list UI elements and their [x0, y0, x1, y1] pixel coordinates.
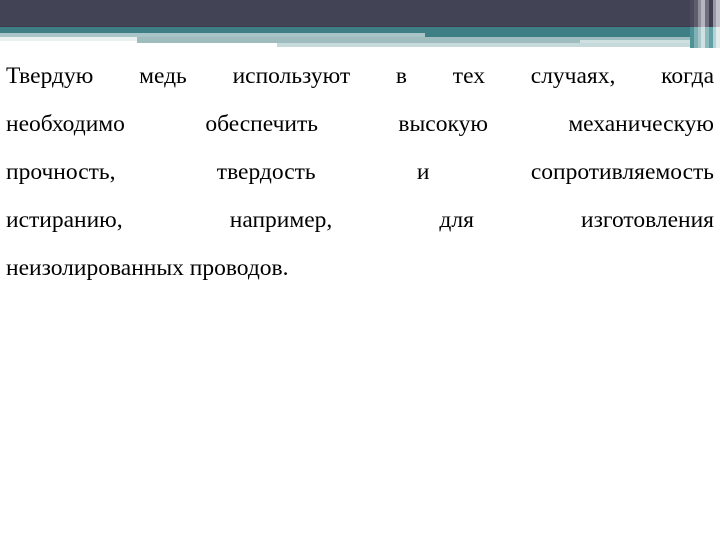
banner-edge-stripe — [716, 27, 720, 48]
banner-dark-band — [0, 0, 720, 27]
slide-body-text: Твердую медь используют в тех случаях, к… — [6, 52, 714, 292]
text-line: прочность, твердость и сопротивляемость — [6, 159, 714, 185]
text-line: истиранию, например, для изготовления — [6, 207, 714, 233]
text-line: неизолированных проводов. — [6, 255, 289, 281]
decorative-header-banner — [0, 0, 720, 48]
slide-canvas: Твердую медь используют в тех случаях, к… — [0, 0, 720, 540]
banner-edge-stripe — [716, 0, 720, 27]
banner-edge-stripes — [690, 0, 720, 48]
banner-pale-band-left — [0, 37, 137, 41]
text-line: необходимо обеспечить высокую механическ… — [6, 111, 714, 137]
text-line: Твердую медь используют в тех случаях, к… — [6, 63, 714, 89]
banner-pale-band-right — [277, 43, 720, 47]
